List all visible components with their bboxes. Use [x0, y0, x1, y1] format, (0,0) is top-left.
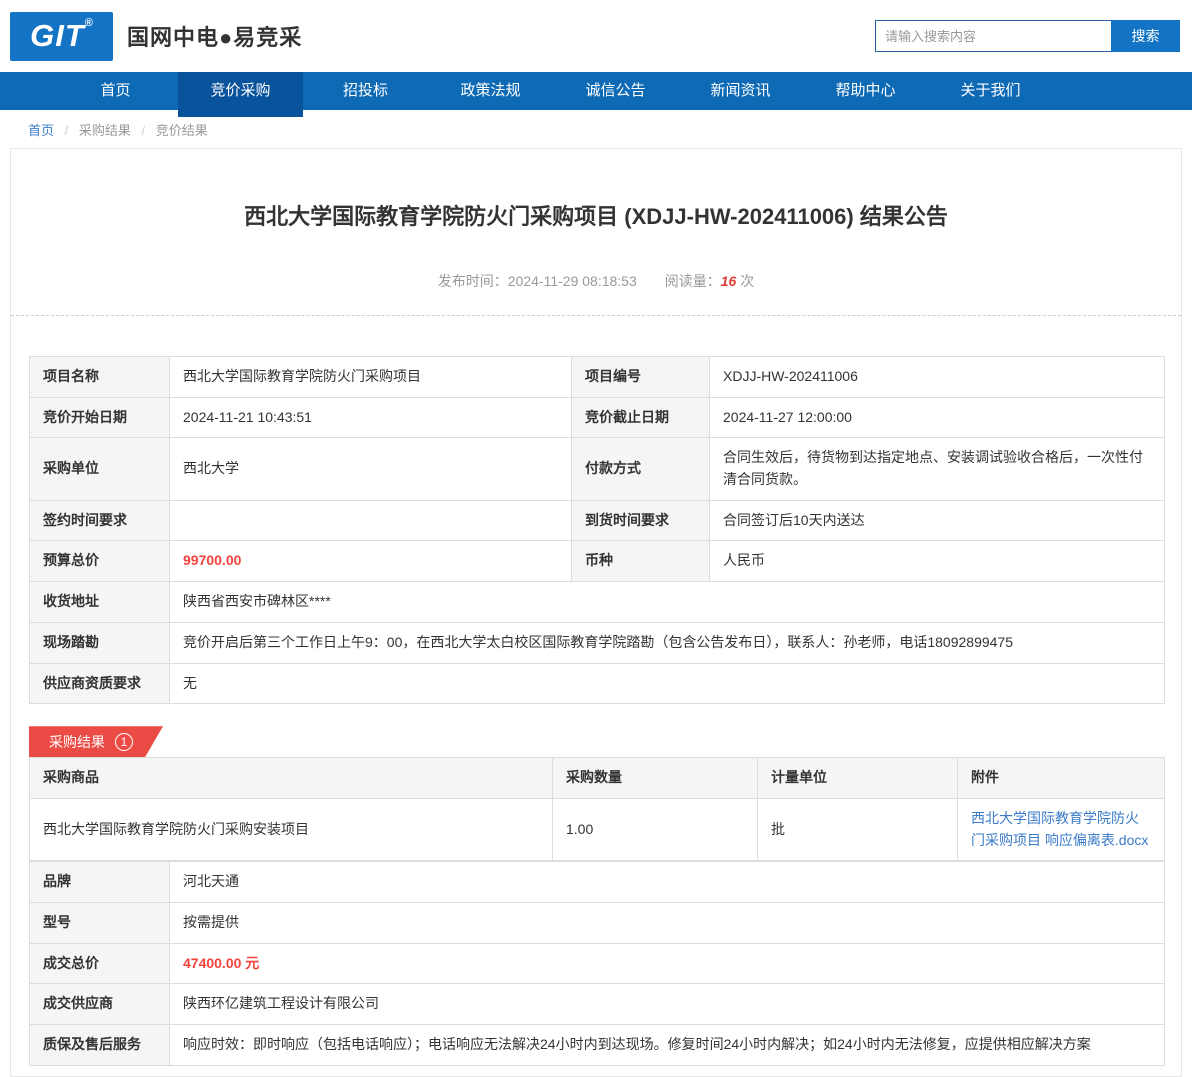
- quantity-cell: 1.00: [553, 798, 758, 860]
- field-label: 收货地址: [30, 582, 170, 623]
- column-header-unit: 计量单位: [758, 758, 958, 799]
- main-nav: 首页 竞价采购 招投标 政策法规 诚信公告 新闻资讯 帮助中心 关于我们: [0, 72, 1192, 110]
- field-label: 成交供应商: [30, 984, 170, 1025]
- field-value: XDJJ-HW-202411006: [710, 357, 1165, 398]
- column-header-attachment: 附件: [958, 758, 1165, 799]
- site-logo[interactable]: GIT ®: [10, 12, 113, 61]
- breadcrumb-separator: /: [142, 123, 146, 138]
- field-label: 成交总价: [30, 943, 170, 984]
- field-value: 2024-11-21 10:43:51: [170, 397, 572, 438]
- winning-supplier-value: 陕西环亿建筑工程设计有限公司: [170, 984, 1165, 1025]
- table-row: 型号 按需提供: [30, 902, 1165, 943]
- field-label: 签约时间要求: [30, 500, 170, 541]
- table-row: 现场踏勘 竞价开启后第三个工作日上午9：00，在西北大学太白校区国际教育学院踏勘…: [30, 622, 1165, 663]
- model-value: 按需提供: [170, 902, 1165, 943]
- column-header-quantity: 采购数量: [553, 758, 758, 799]
- attachment-link[interactable]: 西北大学国际教育学院防火门采购项目 响应偏离表.docx: [971, 810, 1148, 848]
- table-row: 签约时间要求 到货时间要求 合同签订后10天内送达: [30, 500, 1165, 541]
- table-row: 预算总价 99700.00 币种 人民币: [30, 541, 1165, 582]
- views-label: 阅读量：: [665, 273, 721, 289]
- field-label: 预算总价: [30, 541, 170, 582]
- purchase-result-ribbon: 采购结果 1: [29, 726, 163, 757]
- field-value: 合同生效后，待货物到达指定地点、安装调试验收合格后，一次性付清合同货款。: [710, 438, 1165, 500]
- field-value: 西北大学国际教育学院防火门采购项目: [170, 357, 572, 398]
- publish-time-value: 2024-11-29 08:18:53: [508, 273, 637, 289]
- table-row: 品牌 河北天通: [30, 862, 1165, 903]
- field-value: [170, 500, 572, 541]
- publish-time-label: 发布时间：: [438, 273, 508, 289]
- field-label: 供应商资质要求: [30, 663, 170, 704]
- table-row: 供应商资质要求 无: [30, 663, 1165, 704]
- field-value: 人民币: [710, 541, 1165, 582]
- nav-item-news[interactable]: 新闻资讯: [678, 72, 803, 110]
- nav-item-tendering[interactable]: 招投标: [303, 72, 428, 110]
- field-label: 竞价开始日期: [30, 397, 170, 438]
- page-title: 西北大学国际教育学院防火门采购项目 (XDJJ-HW-202411006) 结果…: [71, 199, 1121, 231]
- breadcrumb-purchase-results[interactable]: 采购结果: [79, 123, 131, 138]
- search-input[interactable]: [875, 20, 1111, 52]
- field-label: 采购单位: [30, 438, 170, 500]
- result-count-badge: 1: [115, 733, 133, 751]
- search-button[interactable]: 搜索: [1111, 20, 1180, 52]
- field-value: 西北大学: [170, 438, 572, 500]
- table-header-row: 采购商品 采购数量 计量单位 附件: [30, 758, 1165, 799]
- table-row: 收货地址 陕西省西安市碑林区****: [30, 582, 1165, 623]
- purchase-result-table: 采购商品 采购数量 计量单位 附件 西北大学国际教育学院防火门采购安装项目 1.…: [29, 757, 1165, 861]
- field-label: 竞价截止日期: [572, 397, 710, 438]
- field-label: 付款方式: [572, 438, 710, 500]
- views-unit: 次: [740, 273, 754, 289]
- field-label: 质保及售后服务: [30, 1025, 170, 1066]
- breadcrumb-separator: /: [65, 123, 69, 138]
- column-header-product: 采购商品: [30, 758, 553, 799]
- warranty-service-value: 响应时效：即时响应（包括电话响应）；电话响应无法解决24小时内到达现场。修复时间…: [170, 1025, 1165, 1066]
- purchase-result-section: 采购结果 1 采购商品 采购数量 计量单位 附件 西北大学国际教育学院防火门采购…: [11, 726, 1181, 1066]
- breadcrumb-home[interactable]: 首页: [28, 123, 54, 138]
- nav-item-integrity-notices[interactable]: 诚信公告: [553, 72, 678, 110]
- top-header: GIT ® 国网中电●易竞采 搜索: [0, 0, 1192, 72]
- nav-item-about-us[interactable]: 关于我们: [928, 72, 1053, 110]
- article-meta: 发布时间：2024-11-29 08:18:53 阅读量：16 次: [11, 271, 1181, 291]
- unit-cell: 批: [758, 798, 958, 860]
- registered-trademark-icon: ®: [85, 17, 93, 29]
- field-label: 项目编号: [572, 357, 710, 398]
- field-label: 现场踏勘: [30, 622, 170, 663]
- views-count: 16: [721, 273, 737, 289]
- nav-item-home[interactable]: 首页: [53, 72, 178, 110]
- field-value: 合同签订后10天内送达: [710, 500, 1165, 541]
- dashed-divider: [11, 315, 1181, 316]
- field-label: 项目名称: [30, 357, 170, 398]
- brand-value: 河北天通: [170, 862, 1165, 903]
- field-value: 2024-11-27 12:00:00: [710, 397, 1165, 438]
- announcement-card: 西北大学国际教育学院防火门采购项目 (XDJJ-HW-202411006) 结果…: [10, 148, 1182, 1077]
- table-row: 成交供应商 陕西环亿建筑工程设计有限公司: [30, 984, 1165, 1025]
- nav-item-help-center[interactable]: 帮助中心: [803, 72, 928, 110]
- table-row: 竞价开始日期 2024-11-21 10:43:51 竞价截止日期 2024-1…: [30, 397, 1165, 438]
- result-detail-table: 品牌 河北天通 型号 按需提供 成交总价 47400.00 元 成交供应商 陕西…: [29, 861, 1165, 1065]
- field-label: 到货时间要求: [572, 500, 710, 541]
- nav-item-policies[interactable]: 政策法规: [428, 72, 553, 110]
- field-label: 型号: [30, 902, 170, 943]
- field-label: 品牌: [30, 862, 170, 903]
- product-name-cell: 西北大学国际教育学院防火门采购安装项目: [30, 798, 553, 860]
- ribbon-label: 采购结果: [49, 732, 105, 752]
- logo-text: GIT: [30, 12, 85, 59]
- project-info-table: 项目名称 西北大学国际教育学院防火门采购项目 项目编号 XDJJ-HW-2024…: [29, 356, 1165, 704]
- field-value: 无: [170, 663, 1165, 704]
- attachment-cell: 西北大学国际教育学院防火门采购项目 响应偏离表.docx: [958, 798, 1165, 860]
- field-value: 陕西省西安市碑林区****: [170, 582, 1165, 623]
- deal-total-price-value: 47400.00 元: [170, 943, 1165, 984]
- nav-item-bidding-procurement[interactable]: 竞价采购: [178, 72, 303, 117]
- breadcrumb-current: 竞价结果: [156, 123, 208, 138]
- budget-total-value: 99700.00: [170, 541, 572, 582]
- table-row: 项目名称 西北大学国际教育学院防火门采购项目 项目编号 XDJJ-HW-2024…: [30, 357, 1165, 398]
- brand-name: 国网中电●易竞采: [127, 20, 302, 52]
- table-row: 成交总价 47400.00 元: [30, 943, 1165, 984]
- table-row: 采购单位 西北大学 付款方式 合同生效后，待货物到达指定地点、安装调试验收合格后…: [30, 438, 1165, 500]
- search-area: 搜索: [875, 20, 1180, 52]
- field-label: 币种: [572, 541, 710, 582]
- field-value: 竞价开启后第三个工作日上午9：00，在西北大学太白校区国际教育学院踏勘（包含公告…: [170, 622, 1165, 663]
- table-row: 西北大学国际教育学院防火门采购安装项目 1.00 批 西北大学国际教育学院防火门…: [30, 798, 1165, 860]
- table-row: 质保及售后服务 响应时效：即时响应（包括电话响应）；电话响应无法解决24小时内到…: [30, 1025, 1165, 1066]
